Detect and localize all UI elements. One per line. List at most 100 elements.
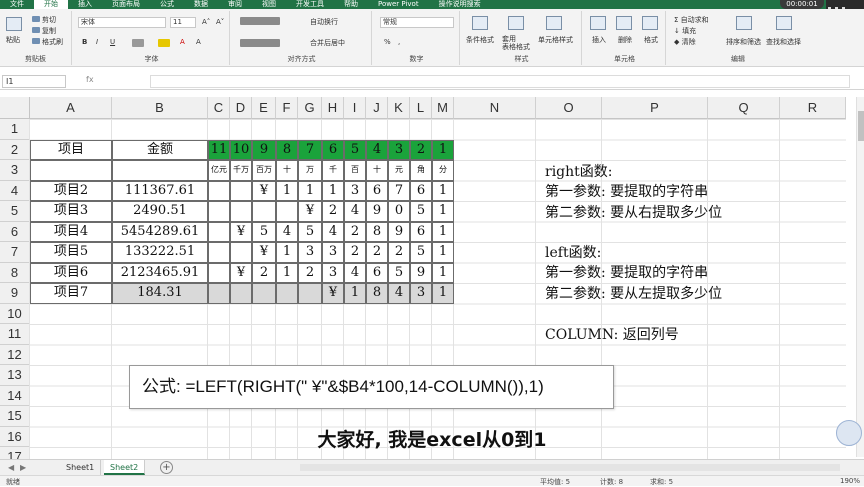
digit-cell[interactable]: 1: [432, 283, 454, 304]
tab-2[interactable]: 插入: [68, 0, 102, 9]
row-header[interactable]: 7: [0, 242, 30, 263]
add-sheet-button[interactable]: +: [160, 461, 173, 474]
clear-button[interactable]: ◆ 清除: [674, 37, 696, 47]
digit-cell[interactable]: 5: [410, 201, 432, 222]
digit-cell[interactable]: 4: [344, 201, 366, 222]
row-header[interactable]: 11: [0, 324, 30, 345]
format-table-icon[interactable]: [508, 16, 524, 30]
unit-label[interactable]: 十: [366, 160, 388, 181]
digit-cell[interactable]: [276, 283, 298, 304]
tab-3[interactable]: 页面布局: [102, 0, 150, 9]
digit-position-header[interactable]: 1: [432, 139, 454, 160]
empty-cell[interactable]: [30, 160, 112, 181]
column-header[interactable]: M: [432, 97, 454, 119]
wrap-text-button[interactable]: 自动换行: [310, 17, 338, 27]
phonetic-button[interactable]: A: [196, 38, 201, 46]
digit-cell[interactable]: 3: [298, 242, 322, 263]
digit-cell[interactable]: 5: [410, 242, 432, 263]
digit-cell[interactable]: [252, 201, 276, 222]
row-header[interactable]: 8: [0, 262, 30, 283]
digit-cell[interactable]: 7: [388, 180, 410, 201]
sort-filter-icon[interactable]: [736, 16, 752, 30]
row-header[interactable]: 9: [0, 283, 30, 304]
item-name-cell[interactable]: 项目2: [30, 180, 112, 201]
cut-button[interactable]: 剪切: [42, 15, 56, 25]
digit-cell[interactable]: ¥: [298, 201, 322, 222]
amount-cell[interactable]: 133222.51: [112, 242, 208, 263]
column-header[interactable]: A: [30, 97, 112, 119]
align-icons[interactable]: [240, 39, 280, 47]
fill-color-icon[interactable]: [158, 39, 170, 47]
delete-icon[interactable]: [616, 16, 632, 30]
digit-cell[interactable]: 3: [322, 242, 344, 263]
digit-cell[interactable]: [252, 283, 276, 304]
formula-input[interactable]: [150, 75, 850, 88]
digit-cell[interactable]: 1: [322, 180, 344, 201]
digit-cell[interactable]: [298, 283, 322, 304]
column-header[interactable]: Q: [708, 97, 780, 119]
column-header[interactable]: D: [230, 97, 252, 119]
digit-cell[interactable]: 1: [344, 283, 366, 304]
tab-7[interactable]: 视图: [252, 0, 286, 9]
bold-button[interactable]: B: [82, 38, 87, 46]
conditional-format-icon[interactable]: [472, 16, 488, 30]
digit-cell[interactable]: 1: [432, 221, 454, 242]
row-header[interactable]: 5: [0, 201, 30, 222]
cut-icon[interactable]: [32, 16, 40, 22]
column-header[interactable]: G: [298, 97, 322, 119]
digit-cell[interactable]: ¥: [230, 262, 252, 283]
item-name-cell[interactable]: 项目6: [30, 262, 112, 283]
digit-cell[interactable]: ¥: [230, 221, 252, 242]
insert-button[interactable]: 插入: [592, 35, 606, 45]
tab-6[interactable]: 审阅: [218, 0, 252, 9]
format-icon[interactable]: [642, 16, 658, 30]
digit-cell[interactable]: 4: [388, 283, 410, 304]
comma-button[interactable]: ,: [398, 38, 400, 46]
digit-cell[interactable]: 1: [432, 242, 454, 263]
digit-cell[interactable]: [208, 201, 230, 222]
select-all-corner[interactable]: [0, 97, 30, 119]
fx-icon[interactable]: fx: [86, 75, 94, 84]
grow-font-icon[interactable]: A˄: [202, 18, 210, 26]
column-header[interactable]: F: [276, 97, 298, 119]
column-header[interactable]: P: [602, 97, 708, 119]
find-select-button[interactable]: 查找和选择: [766, 37, 801, 47]
digit-cell[interactable]: 9: [410, 262, 432, 283]
digit-position-header[interactable]: 7: [298, 139, 322, 160]
digit-position-header[interactable]: 5: [344, 139, 366, 160]
digit-cell[interactable]: 2: [252, 262, 276, 283]
empty-cell[interactable]: [112, 160, 208, 181]
cell-styles-icon[interactable]: [546, 16, 562, 30]
percent-button[interactable]: %: [384, 38, 391, 46]
formula-textbox[interactable]: 公式: =LEFT(RIGHT(" ¥"&$B4*100,14-COLUMN()…: [129, 365, 614, 409]
unit-label[interactable]: 百: [344, 160, 366, 181]
row-header[interactable]: 12: [0, 344, 30, 365]
column-header[interactable]: L: [410, 97, 432, 119]
digit-position-header[interactable]: 3: [388, 139, 410, 160]
find-select-icon[interactable]: [776, 16, 792, 30]
row-header[interactable]: 14: [0, 385, 30, 406]
format-painter-icon[interactable]: [32, 38, 40, 44]
digit-cell[interactable]: 6: [366, 180, 388, 201]
digit-cell[interactable]: [276, 201, 298, 222]
unit-label[interactable]: 分: [432, 160, 454, 181]
digit-cell[interactable]: [230, 201, 252, 222]
unit-label[interactable]: 万: [298, 160, 322, 181]
unit-label[interactable]: 千万: [230, 160, 252, 181]
amount-cell[interactable]: 184.31: [112, 283, 208, 304]
digit-cell[interactable]: 2: [298, 262, 322, 283]
digit-cell[interactable]: [208, 221, 230, 242]
digit-cell[interactable]: [230, 180, 252, 201]
tab-11[interactable]: 操作说明搜索: [429, 0, 491, 9]
digit-cell[interactable]: 2: [344, 242, 366, 263]
column-header[interactable]: K: [388, 97, 410, 119]
digit-cell[interactable]: 1: [276, 242, 298, 263]
digit-position-header[interactable]: 6: [322, 139, 344, 160]
digit-cell[interactable]: 1: [432, 201, 454, 222]
prev-sheet-icon[interactable]: ◀: [8, 463, 14, 472]
tab-0[interactable]: 文件: [0, 0, 34, 9]
item-name-cell[interactable]: 项目4: [30, 221, 112, 242]
shrink-font-icon[interactable]: A˅: [216, 18, 224, 26]
font-color-button[interactable]: A: [180, 38, 185, 46]
digit-position-header[interactable]: 2: [410, 139, 432, 160]
